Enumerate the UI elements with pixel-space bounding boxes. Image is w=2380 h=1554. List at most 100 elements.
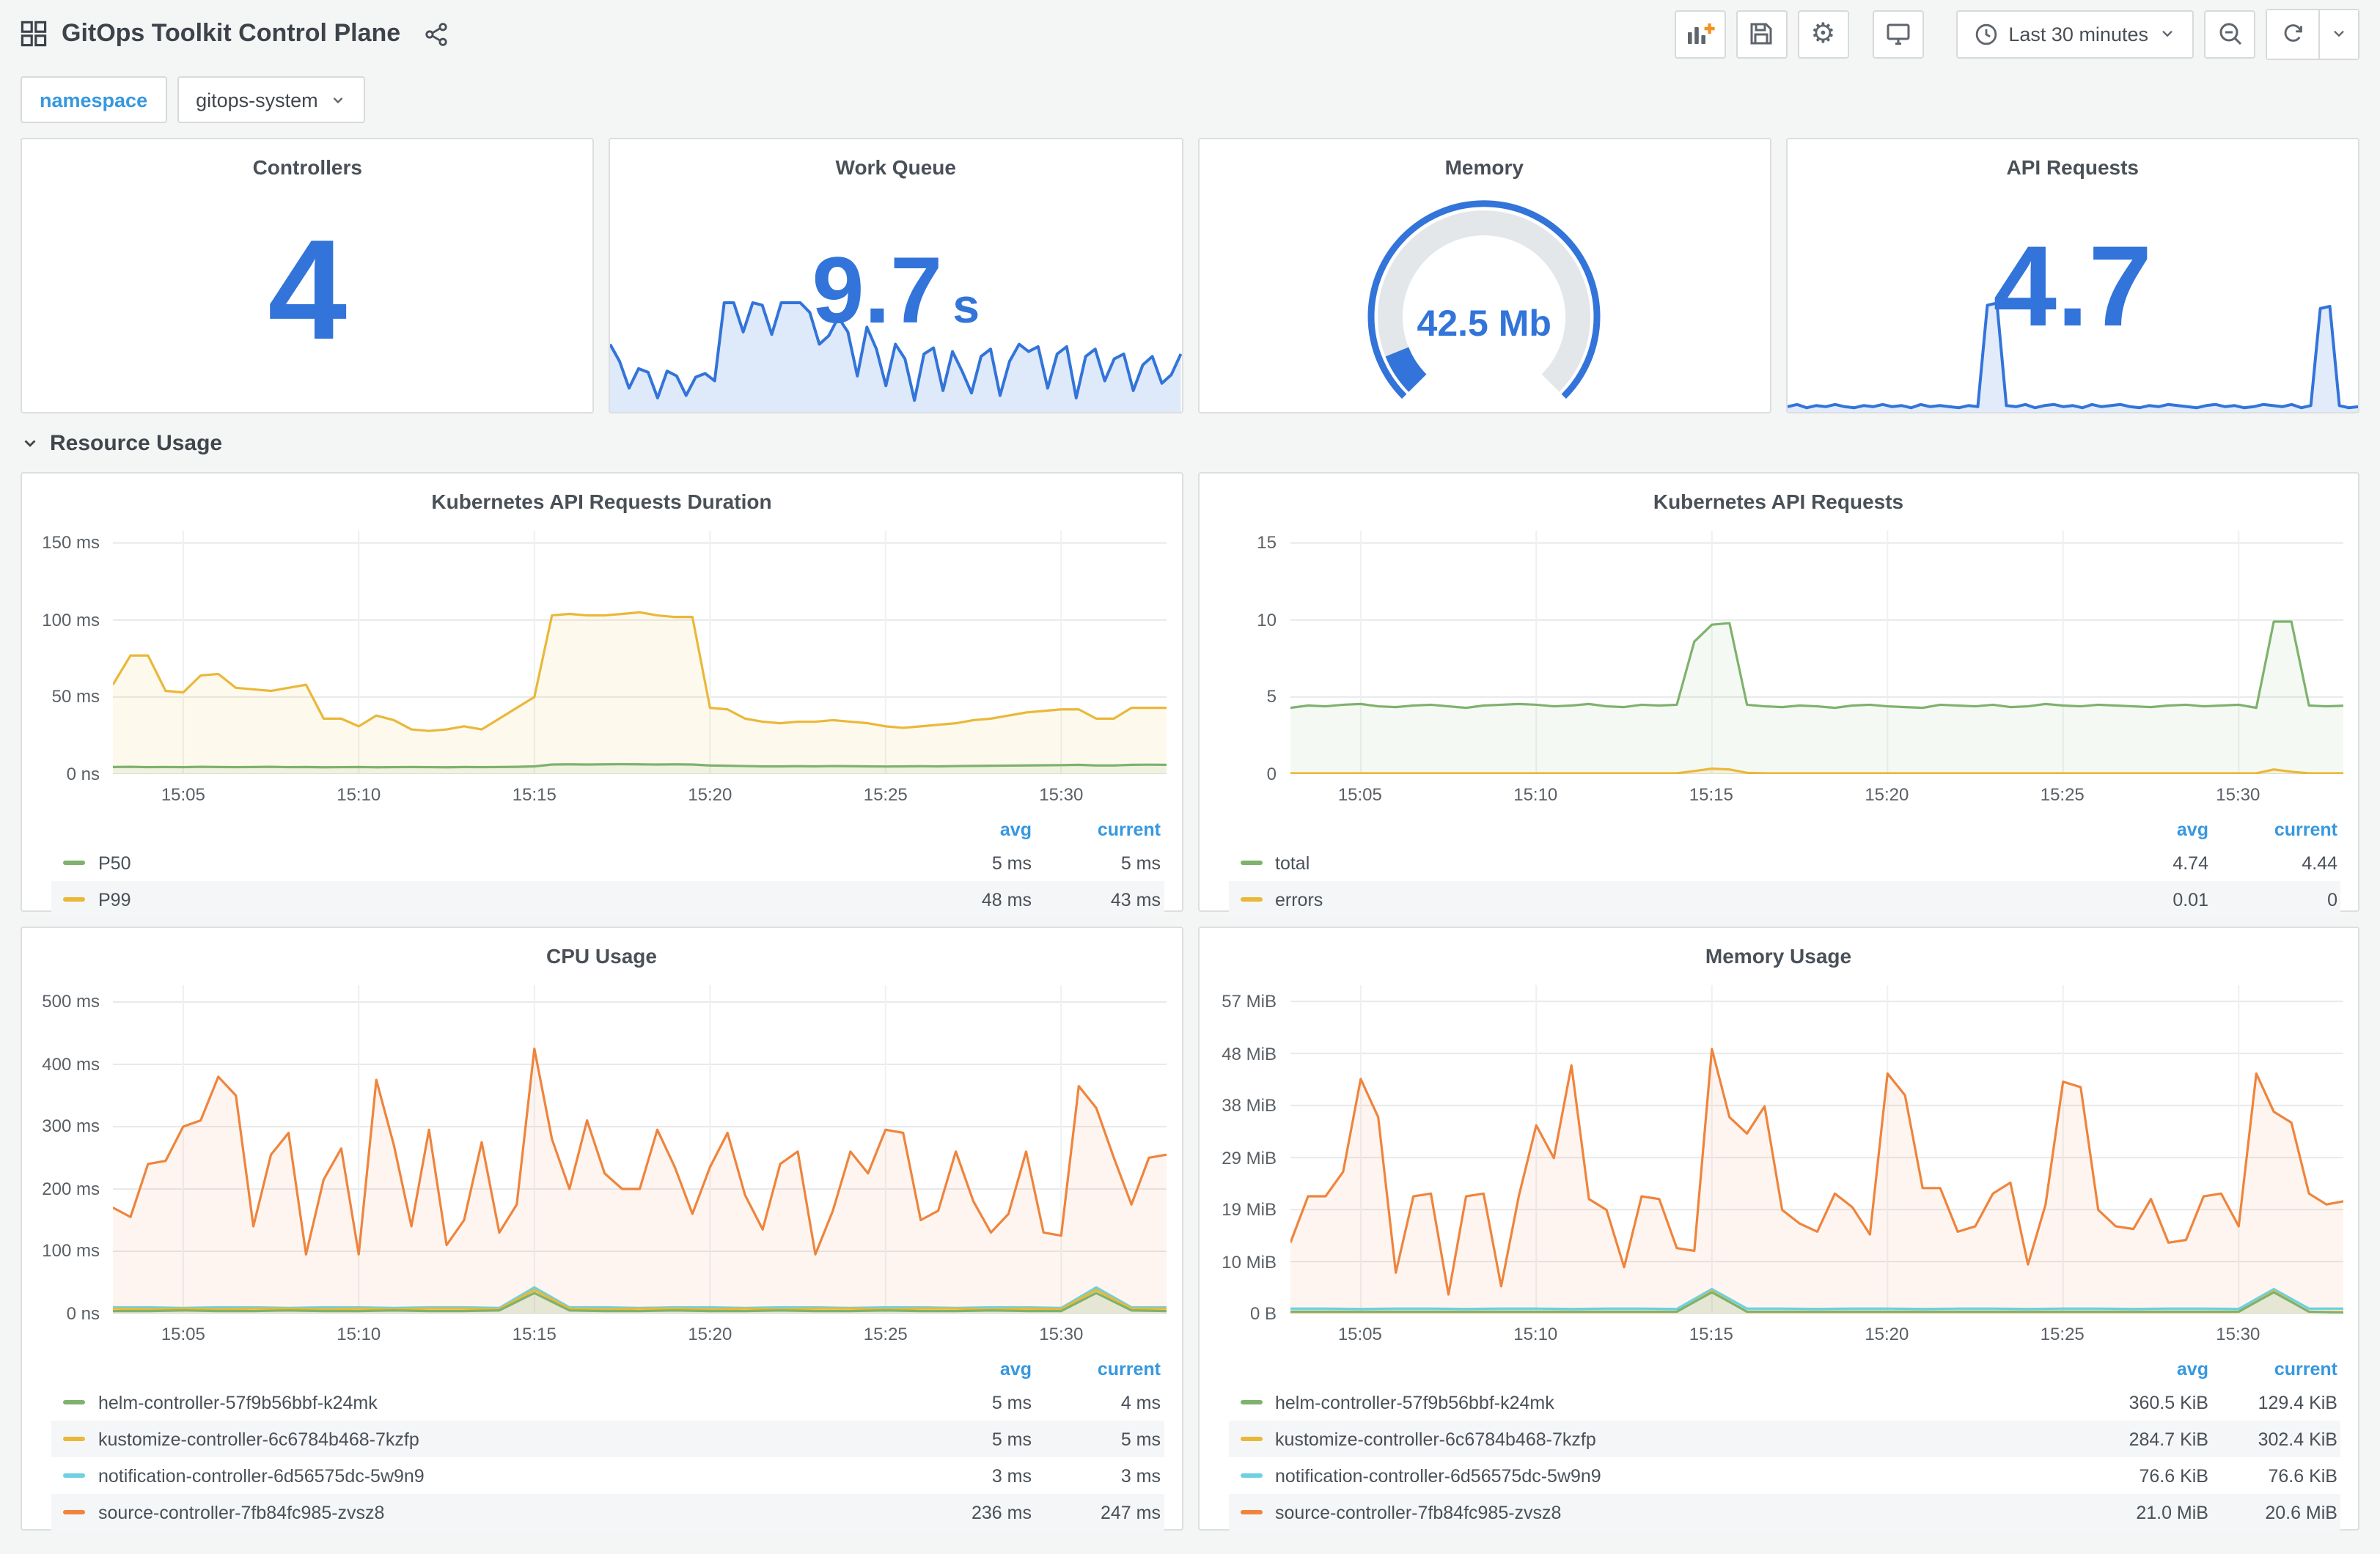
legend-current-header[interactable]: current bbox=[2208, 1359, 2337, 1380]
legend-current-header[interactable]: current bbox=[1032, 820, 1161, 840]
x-axis-tick: 15:15 bbox=[512, 784, 557, 805]
series-name: kustomize-controller-6c6784b468-7kzfp bbox=[1275, 1429, 1596, 1449]
legend-item[interactable]: kustomize-controller-6c6784b468-7kzfp 284… bbox=[1228, 1421, 2340, 1457]
series-name: source-controller-7fb84fc985-zvsz8 bbox=[98, 1502, 385, 1522]
y-axis-tick: 100 ms bbox=[42, 609, 100, 630]
y-axis-tick: 500 ms bbox=[42, 991, 100, 1012]
x-axis-tick: 15:25 bbox=[2040, 784, 2085, 805]
save-dashboard-button[interactable] bbox=[1736, 10, 1788, 58]
time-range-picker[interactable]: Last 30 minutes bbox=[1955, 10, 2194, 58]
x-axis-tick: 15:30 bbox=[2216, 784, 2260, 805]
series-avg-value: 48 ms bbox=[981, 889, 1032, 910]
panel-title[interactable]: Work Queue bbox=[622, 152, 1170, 182]
variables-row: namespace gitops-system bbox=[0, 67, 2380, 138]
y-axis-tick: 15 bbox=[1257, 532, 1277, 553]
panel-work-queue: Work Queue 9.7 s bbox=[609, 138, 1183, 413]
legend-item[interactable]: P50 5 ms 5 ms bbox=[51, 844, 1164, 881]
y-axis-tick: 57 MiB bbox=[1222, 991, 1277, 1012]
series-avg-value: 236 ms bbox=[972, 1502, 1032, 1522]
stat-value: 4 bbox=[268, 209, 348, 369]
legend-current-header[interactable]: current bbox=[2208, 820, 2337, 840]
series-current-value: 20.6 MiB bbox=[2265, 1502, 2337, 1522]
row-resource-usage-toggle[interactable]: Resource Usage bbox=[0, 413, 2380, 465]
panel-title[interactable]: CPU Usage bbox=[34, 941, 1169, 971]
series-avg-value: 5 ms bbox=[991, 1429, 1032, 1449]
clock-icon bbox=[1973, 21, 1998, 46]
panel-title[interactable]: Memory Usage bbox=[1211, 941, 2346, 971]
series-color-dash bbox=[63, 861, 85, 865]
legend-item[interactable]: kustomize-controller-6c6784b468-7kzfp 5 m… bbox=[51, 1421, 1164, 1457]
legend-item[interactable]: notification-controller-6d56575dc-5w9n9 7… bbox=[1228, 1457, 2340, 1494]
x-axis-tick: 15:20 bbox=[1865, 784, 1909, 805]
series-color-dash bbox=[1240, 897, 1262, 902]
panel-title[interactable]: Memory bbox=[1211, 152, 1758, 182]
legend-avg-header[interactable]: avg bbox=[903, 820, 1032, 840]
legend-item[interactable]: helm-controller-57f9b56bbf-k24mk 5 ms 4 ms bbox=[51, 1384, 1164, 1421]
series-avg-value: 0.01 bbox=[2173, 889, 2208, 910]
legend-avg-header[interactable]: avg bbox=[2079, 1359, 2208, 1380]
settings-gear-icon[interactable]: ⚙ bbox=[1797, 10, 1849, 58]
series-avg-value: 21.0 MiB bbox=[2136, 1502, 2208, 1522]
series-name: notification-controller-6d56575dc-5w9n9 bbox=[1275, 1465, 1601, 1486]
legend-item[interactable]: errors 0.01 0 bbox=[1228, 881, 2340, 918]
legend: avg current total 4.74 4.44 errors 0.01 0 bbox=[1228, 818, 2340, 918]
series-current-value: 302.4 KiB bbox=[2258, 1429, 2337, 1449]
legend-avg-header[interactable]: avg bbox=[903, 1359, 1032, 1380]
dashboards-grid-icon[interactable] bbox=[21, 21, 47, 47]
x-axis-tick: 15:30 bbox=[2216, 1324, 2260, 1344]
variable-value-dropdown[interactable]: gitops-system bbox=[177, 76, 365, 123]
legend-item[interactable]: total 4.74 4.44 bbox=[1228, 844, 2340, 881]
panel-title[interactable]: Kubernetes API Requests Duration bbox=[34, 487, 1169, 516]
legend-item[interactable]: source-controller-7fb84fc985-zvsz8 236 ms… bbox=[51, 1494, 1164, 1531]
panel-k8s-api-requests-duration: Kubernetes API Requests Duration 0 ns 50 … bbox=[21, 472, 1183, 918]
refresh-interval-chevron[interactable] bbox=[2318, 10, 2358, 58]
legend-item[interactable]: P99 48 ms 43 ms bbox=[51, 881, 1164, 918]
x-axis-tick: 15:10 bbox=[337, 784, 381, 805]
panel-k8s-api-requests: Kubernetes API Requests 0 5 10 15 15:05 15:1… bbox=[1197, 472, 2359, 918]
series-color-dash bbox=[1240, 1400, 1262, 1404]
series-name: helm-controller-57f9b56bbf-k24mk bbox=[98, 1392, 378, 1413]
x-axis-tick: 15:30 bbox=[1039, 784, 1084, 805]
series-current-value: 4 ms bbox=[1120, 1392, 1161, 1413]
legend-item[interactable]: helm-controller-57f9b56bbf-k24mk 360.5 Ki… bbox=[1228, 1384, 2340, 1421]
x-axis-tick: 15:20 bbox=[1865, 1324, 1909, 1344]
panel-title[interactable]: API Requests bbox=[1799, 152, 2347, 182]
x-axis-tick: 15:25 bbox=[863, 1324, 908, 1344]
tv-cycle-view-button[interactable] bbox=[1872, 10, 1924, 58]
panel-title[interactable]: Controllers bbox=[34, 152, 581, 182]
x-axis-tick: 15:05 bbox=[1337, 1324, 1382, 1344]
panel-memory: Memory 42.5 Mb bbox=[1197, 138, 1771, 413]
y-axis-tick: 29 MiB bbox=[1222, 1147, 1277, 1168]
y-axis-tick: 0 ns bbox=[66, 764, 100, 784]
y-axis-tick: 19 MiB bbox=[1222, 1199, 1277, 1220]
stat-unit: s bbox=[952, 278, 980, 333]
add-panel-button[interactable] bbox=[1674, 10, 1726, 58]
legend-item[interactable]: source-controller-7fb84fc985-zvsz8 21.0 M… bbox=[1228, 1494, 2340, 1531]
series-color-dash bbox=[63, 897, 85, 902]
series-color-dash bbox=[63, 1437, 85, 1441]
share-icon[interactable] bbox=[424, 21, 449, 46]
y-axis-tick: 10 bbox=[1257, 609, 1277, 630]
x-axis-tick: 15:10 bbox=[1513, 1324, 1558, 1344]
variable-label: namespace bbox=[21, 76, 167, 123]
legend-current-header[interactable]: current bbox=[1032, 1359, 1161, 1380]
series-current-value: 0 bbox=[2327, 889, 2337, 910]
time-range-label: Last 30 minutes bbox=[2008, 23, 2148, 45]
legend-item[interactable]: notification-controller-6d56575dc-5w9n9 3… bbox=[51, 1457, 1164, 1494]
x-axis-tick: 15:05 bbox=[161, 1324, 205, 1344]
y-axis-tick: 300 ms bbox=[42, 1116, 100, 1137]
series-color-dash bbox=[63, 1400, 85, 1404]
y-axis-tick: 400 ms bbox=[42, 1053, 100, 1075]
x-axis-tick: 15:05 bbox=[161, 784, 205, 805]
y-axis-tick: 100 ms bbox=[42, 1240, 100, 1262]
series-current-value: 129.4 KiB bbox=[2258, 1392, 2337, 1413]
series-color-dash bbox=[1240, 861, 1262, 865]
y-axis-tick: 0 bbox=[1266, 764, 1277, 784]
zoom-out-button[interactable] bbox=[2204, 10, 2255, 58]
gauge bbox=[1199, 183, 1769, 406]
refresh-button[interactable] bbox=[2267, 10, 2318, 58]
panel-title[interactable]: Kubernetes API Requests bbox=[1211, 487, 2346, 516]
series-avg-value: 4.74 bbox=[2173, 853, 2208, 873]
legend-avg-header[interactable]: avg bbox=[2079, 820, 2208, 840]
stat-value: 4.7 bbox=[1993, 221, 2153, 351]
